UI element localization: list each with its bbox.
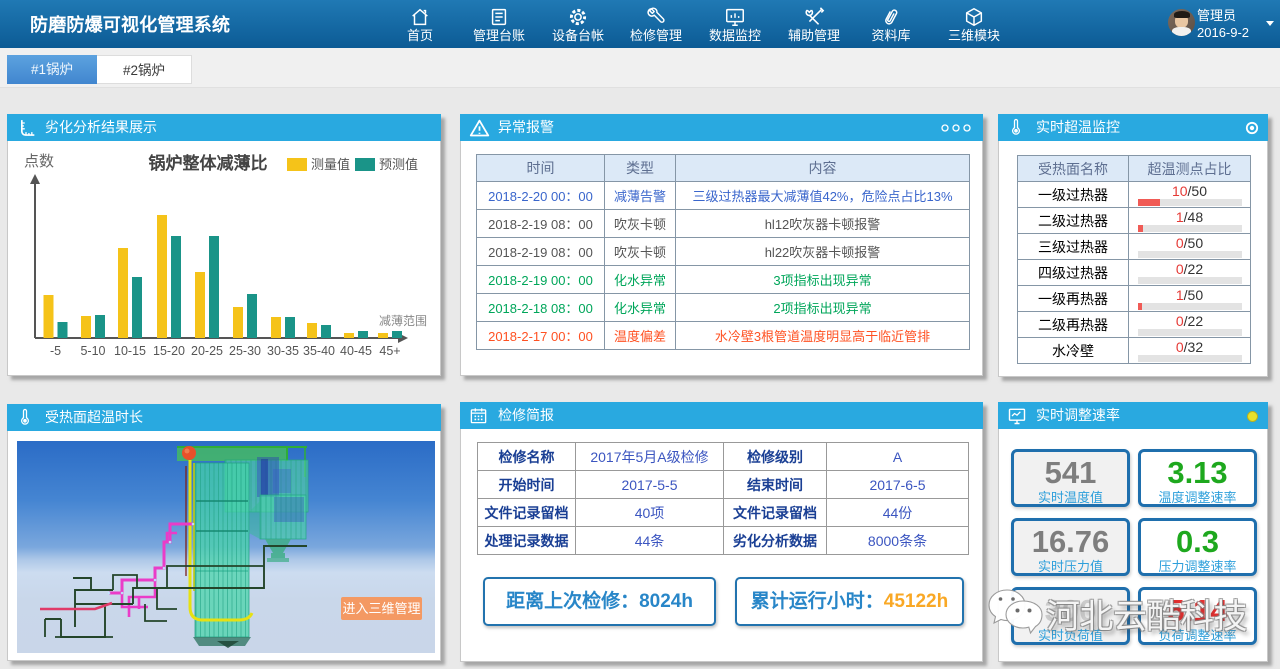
svg-text:锅炉整体减薄比: 锅炉整体减薄比 (149, 153, 268, 173)
svg-text:40-45: 40-45 (340, 344, 372, 358)
svg-text:45+: 45+ (379, 344, 400, 358)
svg-text:20-25: 20-25 (191, 344, 223, 358)
svg-text:35-40: 35-40 (303, 344, 335, 358)
svg-text:减薄范围: 减薄范围 (379, 313, 427, 328)
svg-text:5-10: 5-10 (80, 344, 105, 358)
svg-text:测量值: 测量值 (311, 157, 350, 172)
svg-text:15-20: 15-20 (153, 344, 185, 358)
svg-text:点数: 点数 (24, 153, 54, 170)
svg-text:-5: -5 (50, 344, 61, 358)
svg-text:预测值: 预测值 (379, 157, 418, 172)
svg-text:30-35: 30-35 (267, 344, 299, 358)
svg-text:25-30: 25-30 (229, 344, 261, 358)
svg-text:10-15: 10-15 (114, 344, 146, 358)
